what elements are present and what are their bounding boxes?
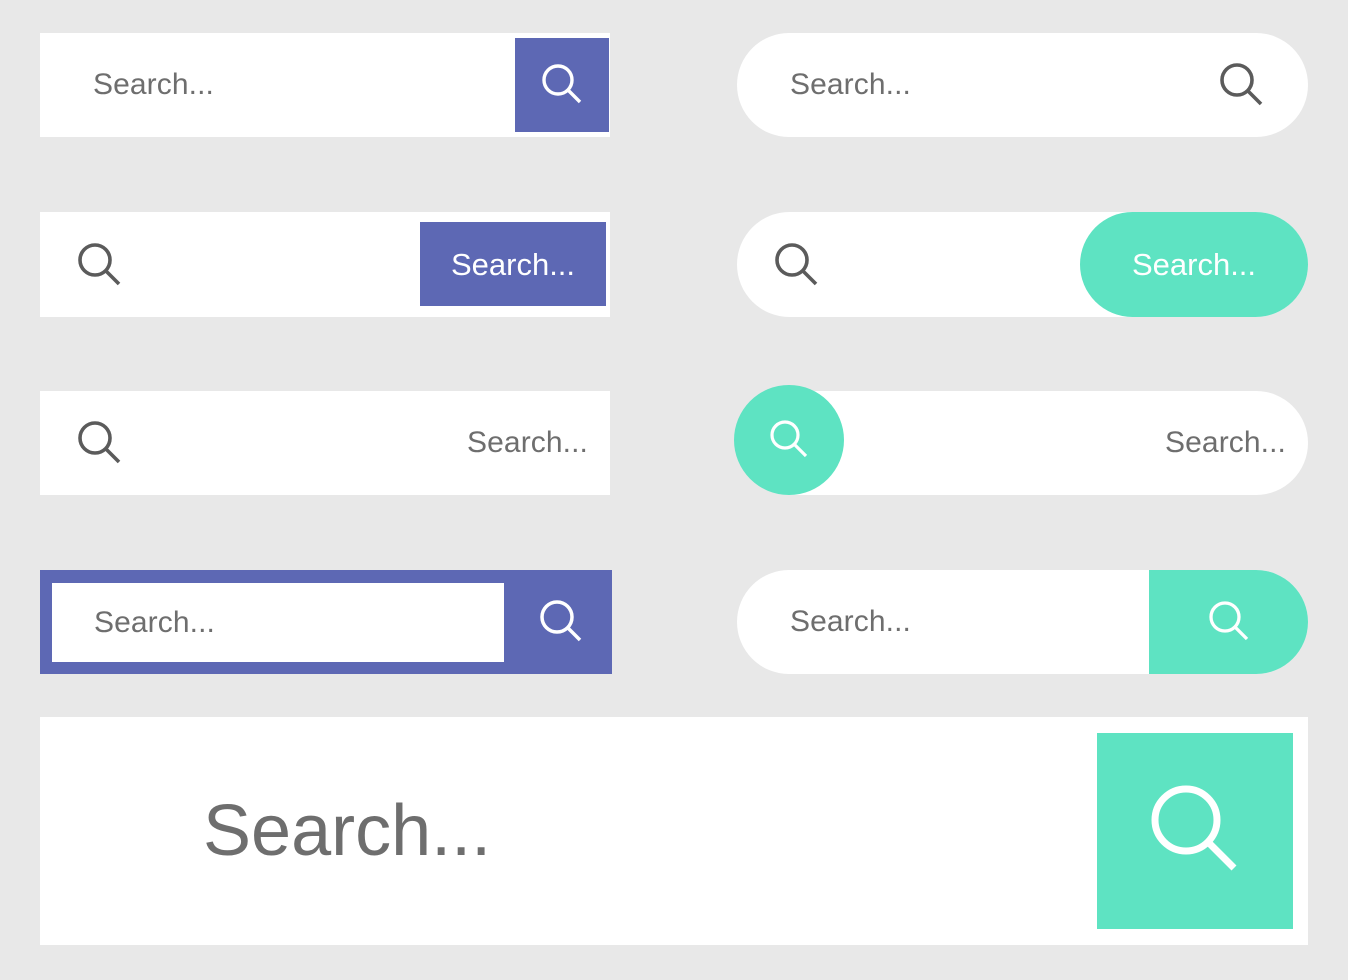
- search-bar-square-right-aligned[interactable]: Search...: [40, 391, 610, 495]
- search-input-placeholder[interactable]: Search...: [94, 607, 215, 638]
- search-input-field[interactable]: Search...: [52, 583, 504, 662]
- search-bar-square-indigo-text[interactable]: Search...: [40, 212, 610, 317]
- search-bar-pill-mint-text[interactable]: Search...: [737, 212, 1308, 317]
- search-icon: [1133, 769, 1257, 893]
- search-bar-indigo-framed[interactable]: Search...: [40, 570, 612, 674]
- search-submit-button[interactable]: [734, 385, 844, 495]
- search-submit-button[interactable]: Search...: [1080, 212, 1308, 317]
- search-bar-pill-mint-circle[interactable]: Search...: [734, 385, 1308, 495]
- search-icon[interactable]: [532, 593, 590, 651]
- search-icon[interactable]: [1212, 56, 1270, 114]
- search-input-placeholder[interactable]: Search...: [1165, 428, 1286, 458]
- search-input-placeholder[interactable]: Search...: [203, 795, 491, 867]
- search-button-label: Search...: [1131, 247, 1257, 282]
- search-bar-pill-mint-cap[interactable]: Search...: [737, 570, 1308, 674]
- search-bar-hero-mint[interactable]: Search...: [40, 717, 1308, 945]
- search-submit-button[interactable]: [515, 38, 609, 132]
- search-input-placeholder[interactable]: Search...: [467, 428, 588, 458]
- search-icon: [767, 236, 825, 294]
- search-icon: [70, 236, 128, 294]
- search-submit-button[interactable]: [1097, 733, 1293, 929]
- search-bar-pill-plain[interactable]: Search...: [737, 33, 1308, 137]
- search-bar-showcase: Search... Search... Search... Search... …: [0, 0, 1348, 980]
- search-input-placeholder[interactable]: Search...: [790, 70, 911, 100]
- search-input-placeholder[interactable]: Search...: [93, 70, 214, 100]
- search-icon: [762, 413, 816, 467]
- search-submit-button[interactable]: [1149, 570, 1308, 674]
- search-icon: [1201, 594, 1257, 650]
- search-button-label: Search...: [450, 246, 576, 282]
- search-icon[interactable]: [70, 414, 128, 472]
- search-input-placeholder[interactable]: Search...: [790, 607, 911, 637]
- search-icon: [534, 57, 590, 113]
- search-submit-button[interactable]: Search...: [420, 222, 606, 306]
- search-bar-square-indigo-icon[interactable]: Search...: [40, 33, 610, 137]
